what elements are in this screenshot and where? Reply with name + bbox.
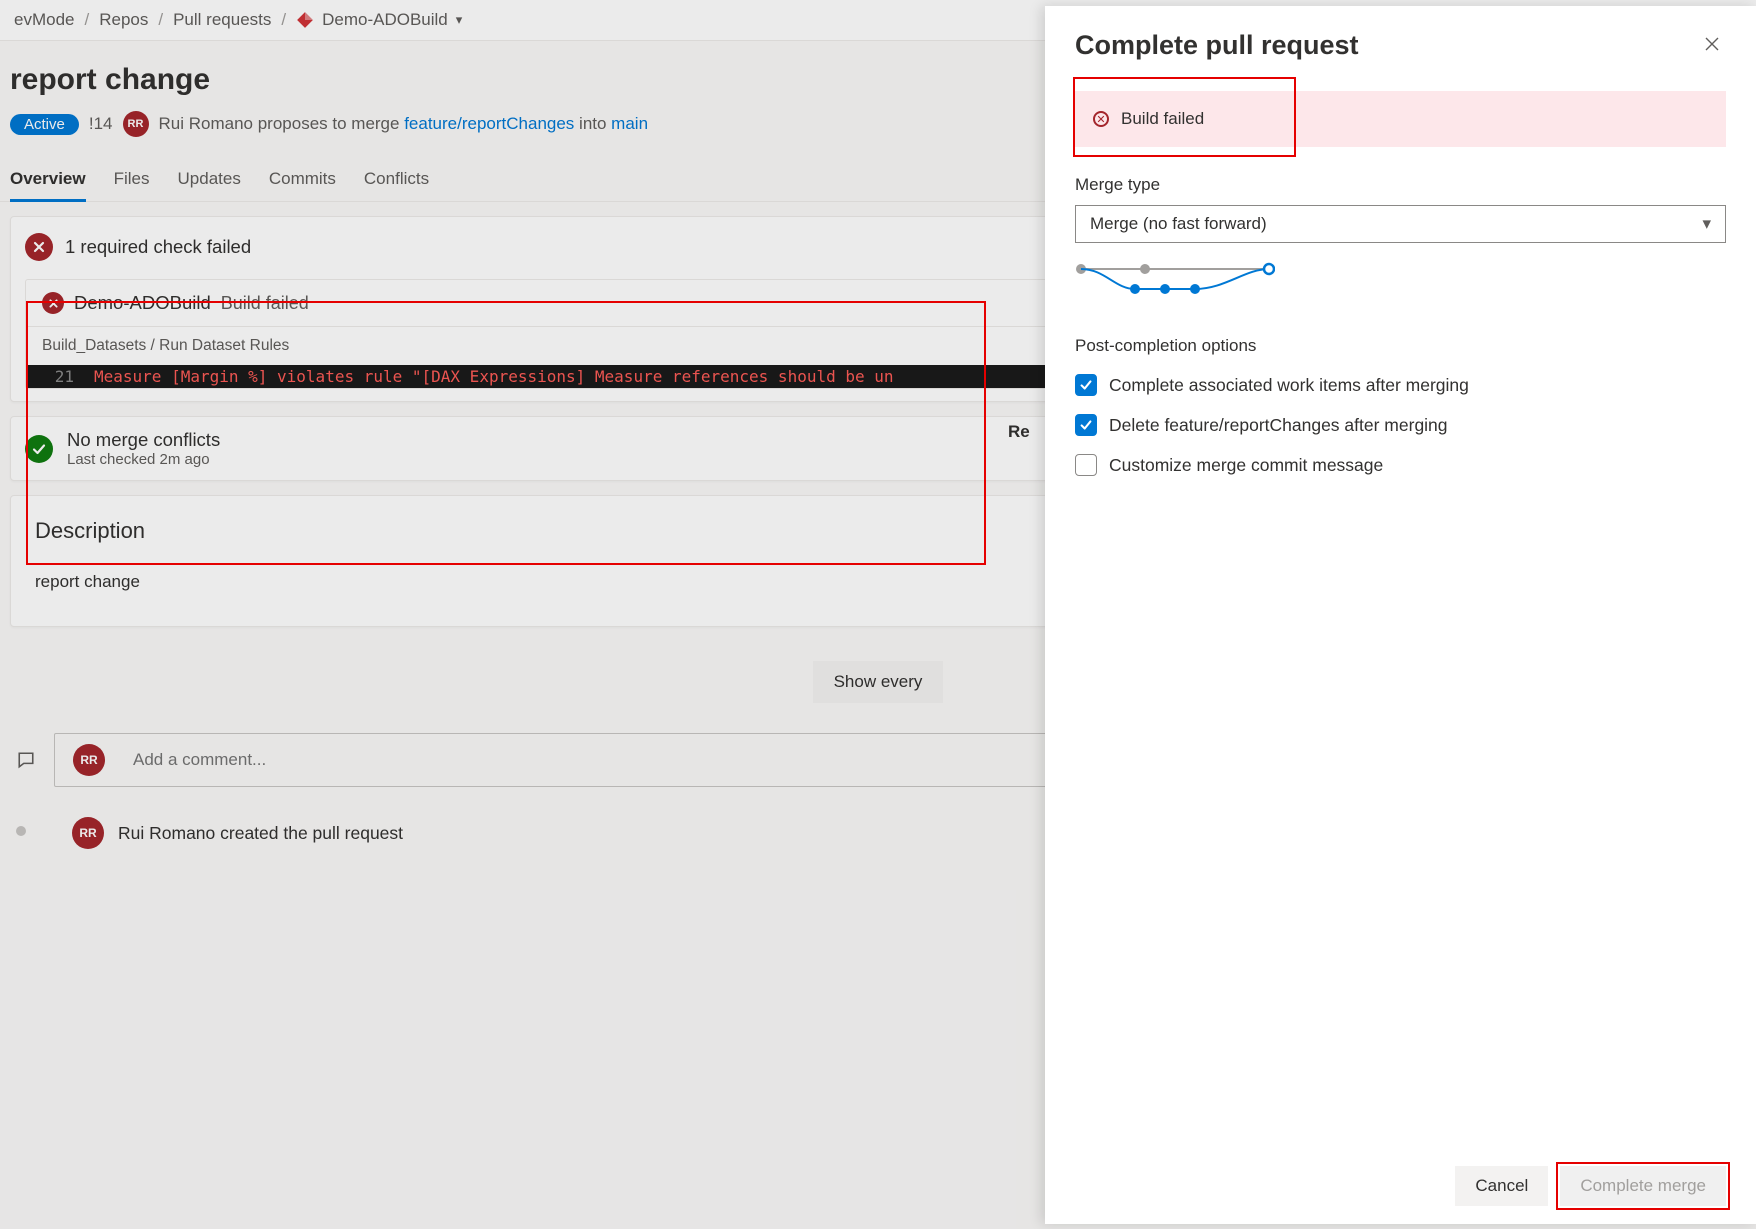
option-label: Delete feature/reportChanges after mergi… — [1109, 415, 1448, 436]
checkbox-checked-icon — [1075, 414, 1097, 436]
error-circle-icon: ✕ — [1093, 111, 1109, 127]
merge-type-value: Merge (no fast forward) — [1090, 214, 1267, 234]
option-customize-message[interactable]: Customize merge commit message — [1075, 454, 1726, 476]
option-complete-work-items[interactable]: Complete associated work items after mer… — [1075, 374, 1726, 396]
chevron-down-icon: ▾ — [1702, 214, 1711, 234]
build-failed-alert: ✕ Build failed — [1075, 91, 1726, 147]
complete-merge-button[interactable]: Complete merge — [1560, 1166, 1726, 1206]
checkbox-checked-icon — [1075, 374, 1097, 396]
checkbox-unchecked-icon — [1075, 454, 1097, 476]
option-delete-branch[interactable]: Delete feature/reportChanges after mergi… — [1075, 414, 1726, 436]
cancel-button[interactable]: Cancel — [1455, 1166, 1548, 1206]
post-completion-options-label: Post-completion options — [1075, 336, 1726, 356]
close-button[interactable] — [1698, 30, 1726, 58]
panel-title: Complete pull request — [1075, 30, 1359, 61]
complete-pr-panel: Complete pull request ✕ Build failed Mer… — [1045, 6, 1756, 1224]
option-label: Complete associated work items after mer… — [1109, 375, 1469, 396]
option-label: Customize merge commit message — [1109, 455, 1383, 476]
merge-type-label: Merge type — [1075, 175, 1726, 195]
close-icon — [1704, 36, 1720, 52]
merge-type-select[interactable]: Merge (no fast forward) ▾ — [1075, 205, 1726, 243]
merge-diagram — [1075, 261, 1726, 300]
alert-text: Build failed — [1121, 109, 1204, 128]
